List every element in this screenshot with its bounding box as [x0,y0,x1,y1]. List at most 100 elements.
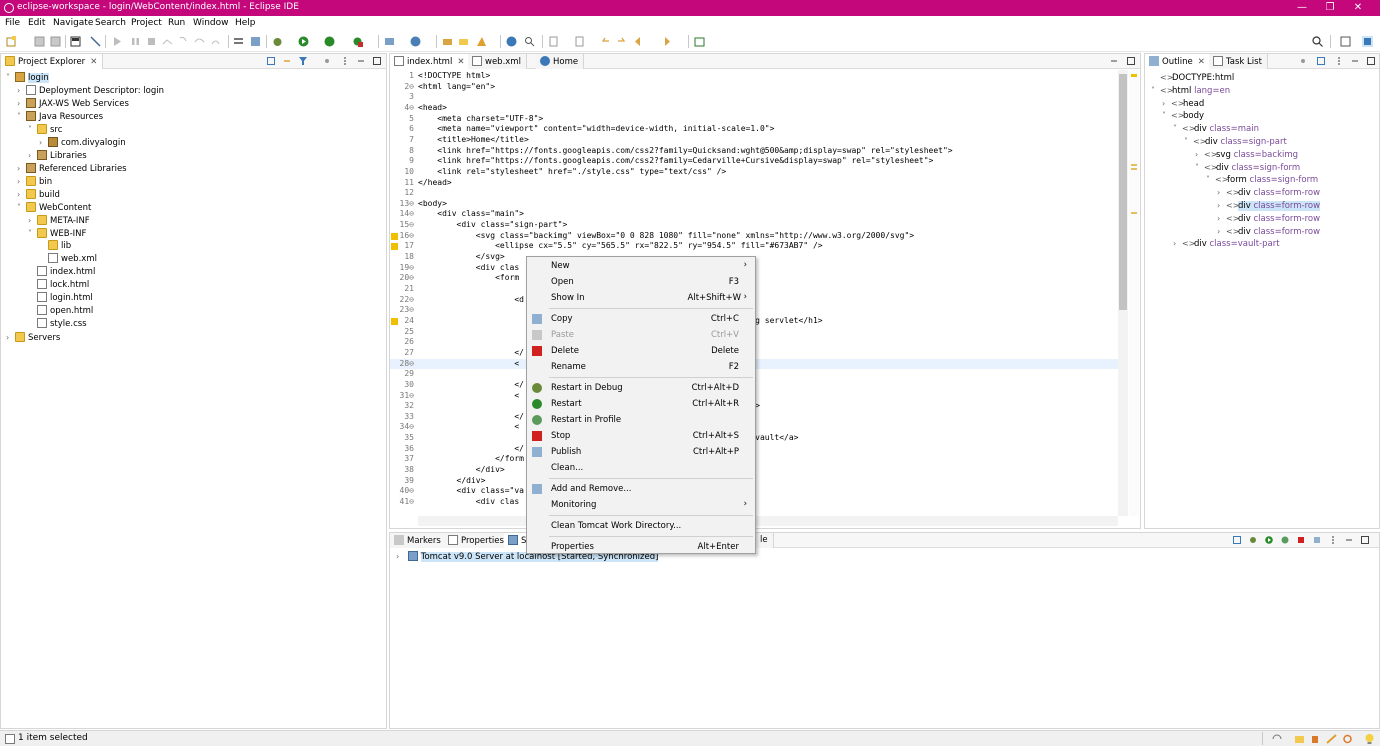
tab-outline[interactable]: Outline ✕ [1145,54,1211,69]
code-line[interactable]: 13⊖ <body> [390,199,1118,210]
warning-icon[interactable] [391,317,398,325]
menu-run[interactable]: Run [168,18,185,28]
tree-item-style-css[interactable]: style.css [28,318,87,331]
tree-item-meta-inf[interactable]: › META-INF [28,214,90,227]
outline-item-div-class-form-row[interactable]: › <>div class=form-row [1217,186,1320,199]
chevron-right-icon[interactable]: › [28,149,37,162]
open-perspective-icon[interactable] [1340,36,1351,47]
stop-server-icon[interactable] [1297,536,1305,544]
tree-item-libraries[interactable]: › Libraries [28,149,87,162]
forward-icon[interactable] [660,36,671,47]
code-line[interactable]: 1 <!DOCTYPE html> [390,71,1118,82]
hide-fields-icon[interactable] [1299,57,1307,65]
chevron-down-icon[interactable]: ˅ [6,71,15,84]
outline-item-head[interactable]: › <>head [1162,97,1204,110]
warning-icon[interactable] [391,243,398,251]
menu-edit[interactable]: Edit [28,18,45,28]
skip-breakpoints-icon[interactable] [90,36,101,47]
collapse-all-icon[interactable] [1317,57,1325,65]
close-button[interactable]: ✕ [1344,0,1372,16]
tree-item-deployment-descriptor-login[interactable]: › Deployment Descriptor: login [17,84,164,97]
chevron-down-icon[interactable]: ˅ [1184,135,1193,148]
chevron-down-icon[interactable]: ˅ [1195,161,1204,174]
chevron-down-icon[interactable]: ˅ [28,123,37,136]
outline-item-div-class-form-row[interactable]: › <>div class=form-row [1217,199,1321,212]
pin-editor-icon[interactable] [694,36,705,47]
minimize-button[interactable]: — [1288,0,1316,16]
code-line[interactable]: 17 <ellipse cx="5.5" cy="565.5" rx="822.… [390,241,1118,252]
suspend-icon[interactable] [130,36,141,47]
minimize-icon[interactable] [1345,536,1353,544]
menu-navigate[interactable]: Navigate [53,18,93,28]
menu-project[interactable]: Project [131,18,162,28]
scrollbar-thumb[interactable] [1119,74,1127,310]
web-browser-icon[interactable] [506,36,517,47]
code-line[interactable]: 3 [390,92,1118,103]
outline-item-div-class-vault-part[interactable]: › <>div class=vault-part [1173,237,1280,250]
warning-marker[interactable] [1131,168,1137,170]
chevron-down-icon[interactable]: ˅ [1162,109,1171,122]
coverage-icon[interactable] [324,36,335,47]
step-into-icon[interactable] [178,36,189,47]
menu-window[interactable]: Window [193,18,229,28]
edit-annotation-icon[interactable] [574,36,585,47]
publish-server-icon[interactable] [1313,536,1321,544]
menu-item-restart-in-profile[interactable]: Restart in Profile [527,412,755,428]
new-class-icon[interactable] [410,36,421,47]
back-icon[interactable] [634,36,645,47]
new-server-icon[interactable] [384,36,395,47]
disconnect-icon[interactable] [162,36,173,47]
outline-item-doctype-html[interactable]: <>DOCTYPE:html [1151,71,1234,84]
chevron-right-icon[interactable]: › [1162,97,1171,110]
vertical-scrollbar[interactable] [1118,70,1128,516]
menu-item-monitoring[interactable]: Monitoring › [527,497,755,513]
minimize-icon[interactable] [357,57,365,65]
code-line[interactable]: 2⊖ <html lang="en"> [390,82,1118,93]
warning-marker[interactable] [1131,164,1137,166]
collapse-all-icon[interactable] [267,57,275,65]
pencil-icon[interactable] [1326,734,1337,744]
code-line[interactable]: 10 <link rel="stylesheet" href="./style.… [390,167,1118,178]
horizontal-scrollbar[interactable] [418,516,1118,526]
maximize-icon[interactable] [373,57,381,65]
outline-item-div-class-form-row[interactable]: › <>div class=form-row [1217,212,1320,225]
outline-item-form-class-sign-form[interactable]: ˅ <>form class=sign-form [1206,173,1318,186]
tab-markers[interactable]: Markers [390,533,447,548]
menu-item-clean-tomcat-work-directory[interactable]: Clean Tomcat Work Directory... [527,518,755,534]
chevron-right-icon[interactable]: › [1217,199,1226,212]
forward-history-icon[interactable] [616,36,627,47]
chevron-right-icon[interactable]: › [17,162,26,175]
save-icon[interactable] [34,36,45,47]
view-menu-icon[interactable] [323,57,331,65]
code-line[interactable]: 9 <link href="https://fonts.googleapis.c… [390,156,1118,167]
menu-help[interactable]: Help [235,18,256,28]
menu-item-stop[interactable]: Stop Ctrl+Alt+S [527,428,755,444]
debug-icon[interactable] [272,36,283,47]
warning-marker[interactable] [1131,74,1137,77]
chevron-right-icon[interactable]: › [28,214,37,227]
tree-item-servers[interactable]: › Servers [6,331,60,344]
menu-item-show-in[interactable]: Show In Alt+Shift+W › [527,290,755,306]
minimize-icon[interactable] [1110,57,1118,65]
close-icon[interactable]: ✕ [1198,57,1205,67]
code-line[interactable]: 15⊖ <div class="sign-part"> [390,220,1118,231]
step-over-icon[interactable] [194,36,205,47]
link-editor-icon[interactable] [283,57,291,65]
menu-item-rename[interactable]: Rename F2 [527,359,755,375]
tab-home[interactable]: Home [536,54,585,69]
menu-item-copy[interactable]: Copy Ctrl+C [527,311,755,327]
open-task-icon[interactable] [476,36,487,47]
maximize-icon[interactable] [1367,57,1375,65]
resume-icon[interactable] [112,36,123,47]
gear-icon[interactable] [1342,734,1353,744]
menu-item-restart-in-debug[interactable]: Restart in Debug Ctrl+Alt+D [527,380,755,396]
profile-server-icon[interactable] [1281,536,1289,544]
tree-item-lock-html[interactable]: lock.html [28,279,89,292]
tree-item-bin[interactable]: › bin [17,175,52,188]
outline-item-div-class-form-row[interactable]: › <>div class=form-row [1217,225,1320,238]
java-ee-perspective-icon[interactable] [1362,36,1373,47]
close-icon[interactable]: ✕ [90,57,97,67]
chevron-right-icon[interactable]: › [17,175,26,188]
code-line[interactable]: 7 <title>Home</title> [390,135,1118,146]
tree-item-web-xml[interactable]: web.xml [39,253,97,266]
